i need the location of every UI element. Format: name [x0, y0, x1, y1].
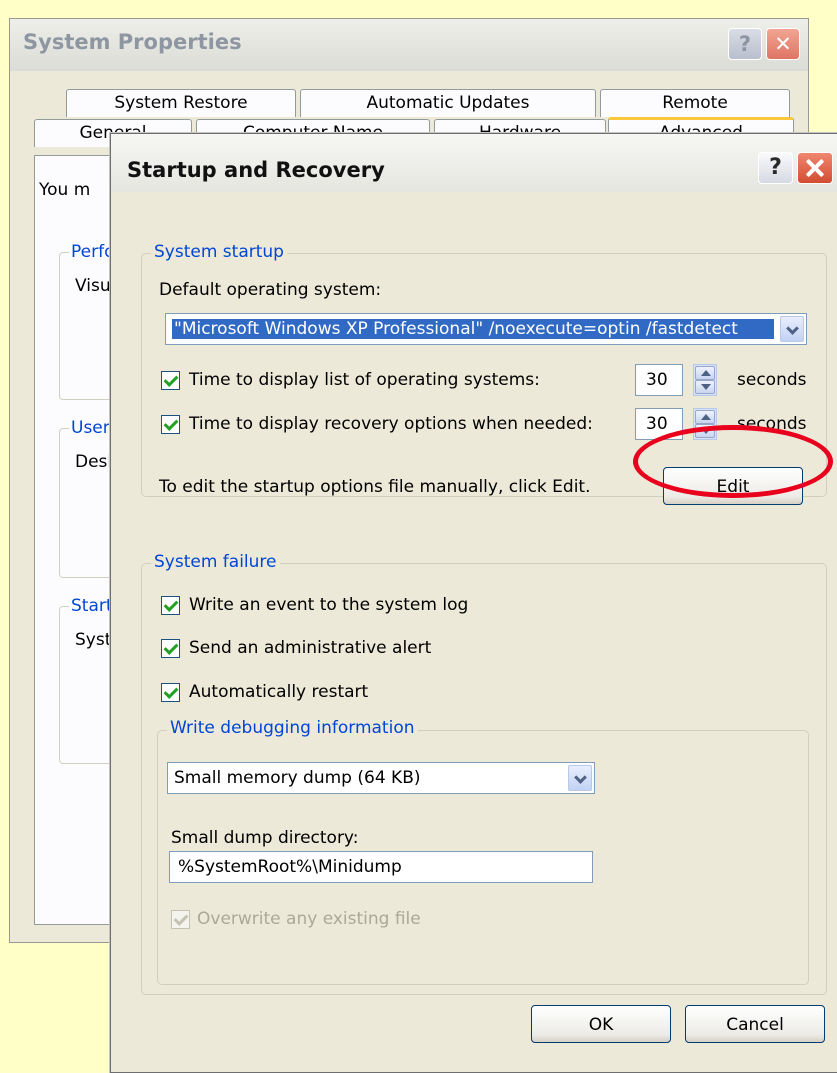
write-event-checkbox[interactable] [161, 596, 180, 615]
startup-recovery-text: Syst [75, 630, 112, 650]
time-list-spinner[interactable] [693, 364, 717, 396]
seconds-label: seconds [737, 414, 807, 434]
send-alert-checkbox[interactable] [161, 639, 180, 658]
chevron-down-icon[interactable] [568, 765, 592, 791]
startup-recovery-legend: Start [69, 596, 115, 616]
time-recovery-spinner[interactable] [693, 408, 717, 440]
dump-type-value: Small memory dump (64 KB) [174, 768, 421, 788]
close-button[interactable]: ✕ [766, 28, 800, 60]
time-recovery-label[interactable]: Time to display recovery options when ne… [189, 414, 593, 434]
dialog-title: Startup and Recovery [127, 158, 385, 182]
system-startup-legend: System startup [151, 242, 287, 262]
startup-recovery-dialog: Startup and Recovery ? System startup De… [110, 133, 837, 1073]
intro-text: You m [39, 180, 91, 200]
spin-up-icon[interactable] [695, 410, 715, 424]
send-alert-label[interactable]: Send an administrative alert [189, 638, 431, 658]
tab-automatic-updates[interactable]: Automatic Updates [300, 89, 596, 117]
edit-button[interactable]: Edit [663, 467, 803, 505]
spin-up-icon[interactable] [695, 366, 715, 380]
auto-restart-label[interactable]: Automatically restart [189, 682, 368, 702]
cancel-button[interactable]: Cancel [685, 1005, 825, 1043]
write-event-label[interactable]: Write an event to the system log [189, 595, 468, 615]
default-os-select[interactable]: "Microsoft Windows XP Professional" /noe… [165, 313, 807, 345]
tab-remote[interactable]: Remote [600, 89, 790, 117]
chevron-down-icon[interactable] [780, 316, 804, 342]
window-title: System Properties [23, 30, 242, 54]
spin-down-icon[interactable] [695, 380, 715, 394]
edit-hint-text: To edit the startup options file manuall… [159, 477, 591, 497]
user-profiles-legend: User [69, 418, 112, 438]
default-os-label: Default operating system: [159, 280, 382, 300]
time-recovery-checkbox[interactable] [161, 415, 180, 434]
dialog-titlebar[interactable]: Startup and Recovery ? [111, 134, 837, 192]
system-failure-legend: System failure [151, 552, 280, 572]
time-recovery-value[interactable]: 30 [635, 408, 683, 440]
help-button[interactable]: ? [728, 28, 762, 60]
debug-info-legend: Write debugging information [167, 718, 418, 738]
dump-type-select[interactable]: Small memory dump (64 KB) [167, 762, 595, 794]
default-os-value: "Microsoft Windows XP Professional" /noe… [172, 319, 774, 339]
time-list-checkbox[interactable] [161, 371, 180, 390]
auto-restart-checkbox[interactable] [161, 683, 180, 702]
seconds-label: seconds [737, 370, 807, 390]
system-properties-titlebar[interactable]: System Properties ? ✕ [10, 19, 808, 71]
time-list-label[interactable]: Time to display list of operating system… [189, 370, 540, 390]
close-button[interactable] [797, 152, 833, 184]
dump-directory-label: Small dump directory: [171, 828, 359, 848]
tab-system-restore[interactable]: System Restore [66, 89, 296, 117]
performance-text: Visu [75, 276, 111, 296]
overwrite-label: Overwrite any existing file [197, 909, 421, 929]
help-button[interactable]: ? [758, 152, 793, 184]
ok-button[interactable]: OK [531, 1005, 671, 1043]
dump-directory-input[interactable]: %SystemRoot%\Minidump [169, 851, 593, 883]
spin-down-icon[interactable] [695, 424, 715, 438]
time-list-value[interactable]: 30 [635, 364, 683, 396]
overwrite-checkbox[interactable] [171, 910, 190, 929]
